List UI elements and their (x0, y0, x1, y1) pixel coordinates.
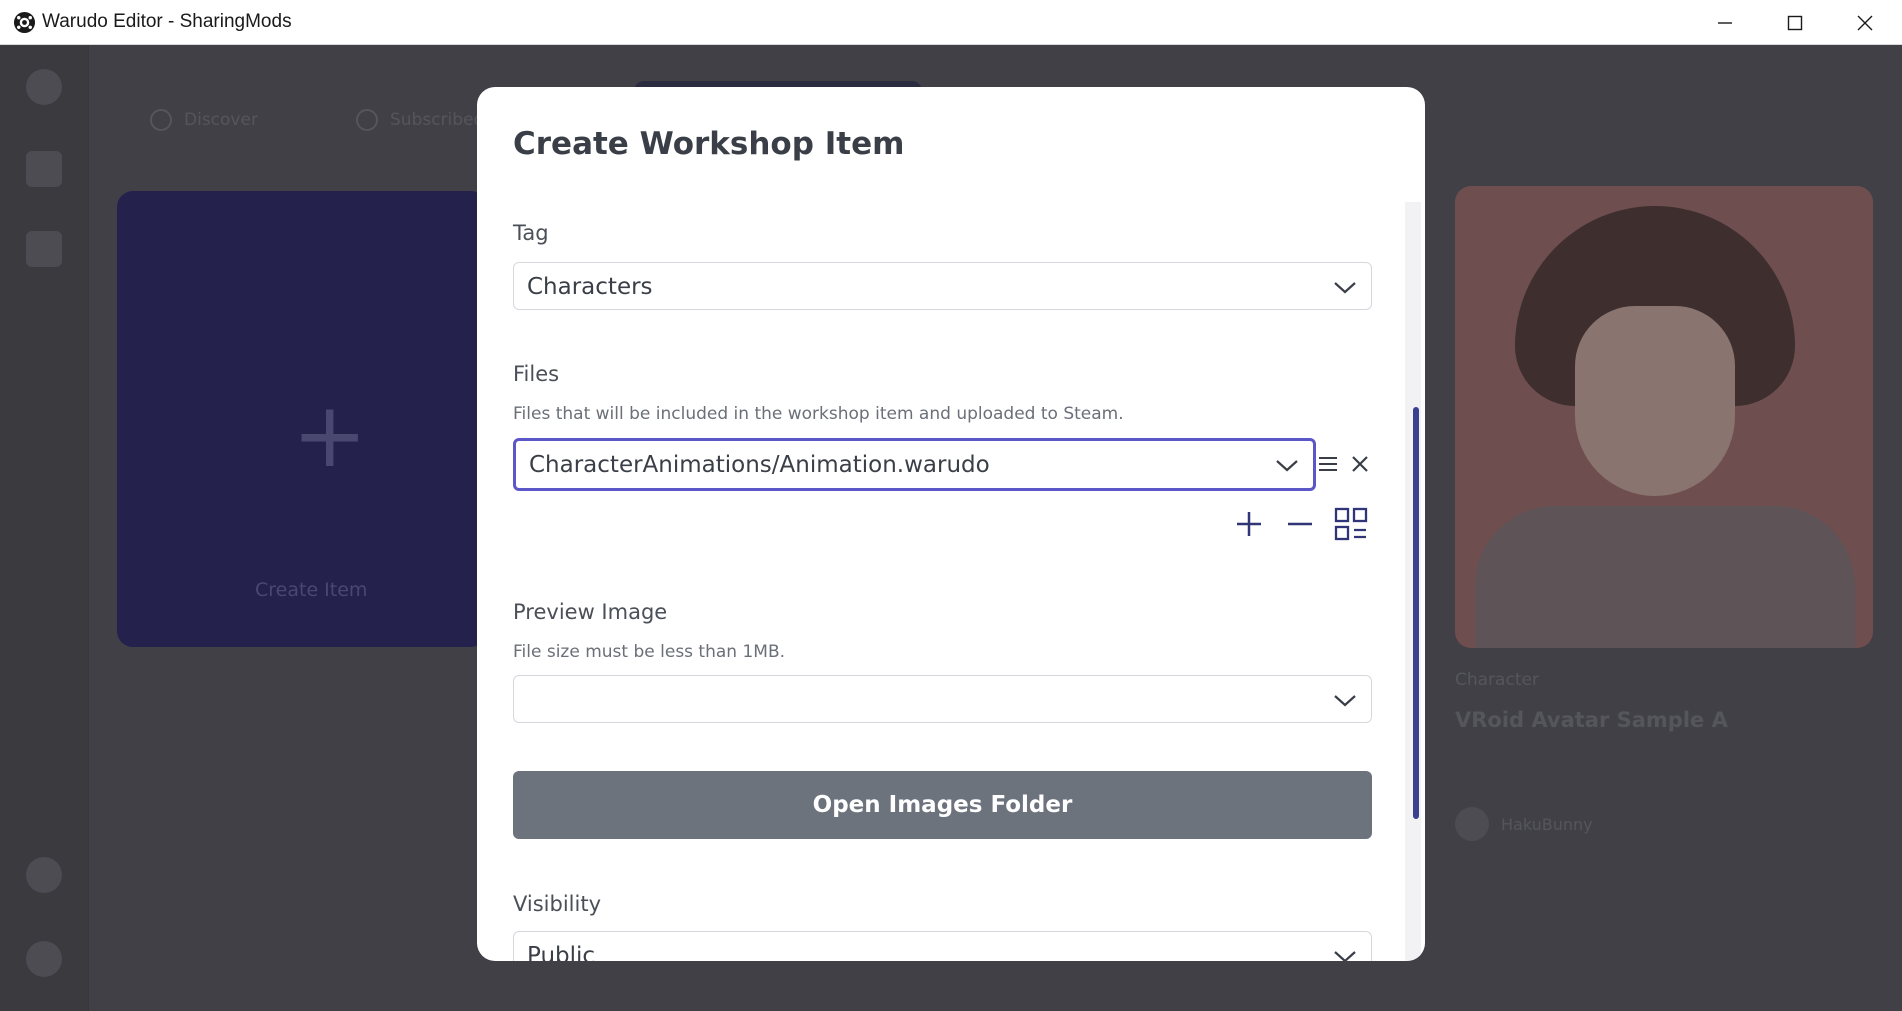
create-item-card[interactable]: + Create Item (117, 191, 487, 647)
author-name: HakuBunny (1501, 814, 1593, 834)
grid-list-view-button[interactable] (1332, 505, 1370, 543)
scrollbar-thumb[interactable] (1413, 407, 1419, 819)
item-title[interactable]: VRoid Avatar Sample A (1455, 708, 1728, 732)
add-file-button[interactable] (1232, 507, 1266, 541)
window-title: Warudo Editor - SharingMods (42, 11, 292, 32)
visibility-label: Visibility (513, 892, 602, 916)
warudo-logo-icon (13, 11, 36, 34)
chevron-down-icon (1334, 695, 1356, 707)
close-icon (1857, 15, 1873, 30)
tab-discover[interactable]: Discover (150, 105, 258, 135)
visibility-value: Public (527, 943, 596, 961)
tab-label: Discover (184, 110, 258, 130)
reorder-handle[interactable] (1315, 449, 1341, 479)
tag-select-value: Characters (527, 274, 653, 300)
chevron-down-icon (1334, 282, 1356, 294)
avatar-face (1575, 306, 1735, 496)
grid-list-icon (1334, 507, 1368, 541)
minimize-icon (1718, 21, 1732, 24)
check-circle-icon (356, 109, 378, 131)
tag-select[interactable]: Characters (513, 262, 1372, 310)
compass-icon (150, 109, 172, 131)
preview-image-select[interactable] (513, 675, 1372, 723)
file-entry-value: CharacterAnimations/Animation.warudo (529, 452, 990, 478)
add-icon (1237, 512, 1261, 536)
preview-image-label: Preview Image (513, 600, 668, 624)
remove-file-button[interactable] (1345, 449, 1375, 479)
file-entry-select[interactable]: CharacterAnimations/Animation.warudo (513, 438, 1316, 491)
tab-label: Subscribed (390, 110, 485, 130)
open-images-folder-button[interactable]: Open Images Folder (513, 771, 1372, 839)
sidebar-discord-icon[interactable] (26, 857, 62, 893)
maximize-icon (1787, 15, 1803, 30)
remove-last-file-button[interactable] (1283, 507, 1317, 541)
window-titlebar: Warudo Editor - SharingMods (0, 0, 1902, 45)
tab-subscribed[interactable]: Subscribed (356, 105, 484, 135)
dialog-title: Create Workshop Item (513, 126, 905, 162)
visibility-select[interactable]: Public (513, 931, 1372, 961)
preview-image-hint: File size must be less than 1MB. (513, 642, 786, 662)
minus-icon (1288, 522, 1312, 526)
sidebar (0, 45, 89, 1011)
reorder-icon (1319, 457, 1337, 471)
plus-icon: + (292, 383, 368, 488)
chevron-down-icon (1334, 951, 1356, 961)
item-tag: Character (1455, 670, 1539, 690)
files-label: Files (513, 362, 560, 386)
avatar-body (1475, 506, 1855, 648)
create-workshop-item-dialog: Create Workshop Item Tag Characters File… (477, 87, 1425, 961)
tag-label: Tag (513, 221, 549, 245)
remove-icon (1352, 456, 1368, 472)
item-preview-card[interactable] (1455, 186, 1873, 648)
chevron-down-icon (1276, 460, 1298, 472)
close-window-button[interactable] (1830, 0, 1900, 45)
sidebar-list-icon[interactable] (26, 151, 62, 187)
create-item-label: Create Item (255, 579, 368, 601)
sidebar-shield-icon[interactable] (26, 231, 62, 267)
sidebar-home-icon[interactable] (26, 69, 62, 105)
maximize-button[interactable] (1760, 0, 1830, 45)
sidebar-settings-icon[interactable] (26, 941, 62, 977)
item-author[interactable]: HakuBunny (1455, 807, 1593, 841)
avatar (1455, 807, 1489, 841)
minimize-button[interactable] (1690, 0, 1760, 45)
files-hint: Files that will be included in the works… (513, 404, 1124, 424)
